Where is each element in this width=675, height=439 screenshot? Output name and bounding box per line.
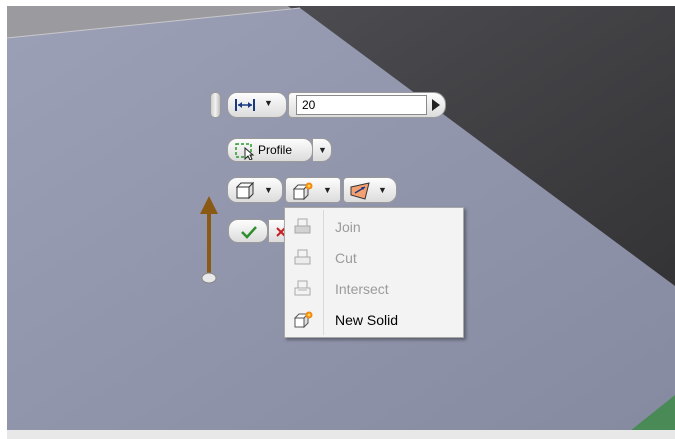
direction-dropdown[interactable]: ▼: [343, 177, 397, 203]
ok-button[interactable]: [228, 219, 268, 243]
chevron-down-icon: ▼: [323, 185, 332, 195]
new-solid-icon: [292, 182, 313, 201]
menu-item-label: Cut: [335, 250, 357, 266]
menu-item-label: Join: [335, 219, 361, 235]
menu-item-intersect[interactable]: Intersect: [287, 273, 461, 303]
menu-item-label: Intersect: [335, 281, 389, 297]
cut-icon: [294, 249, 311, 265]
chevron-down-icon: ▼: [264, 98, 273, 108]
chevron-down-icon: ▼: [264, 185, 273, 195]
profile-label: Profile: [258, 143, 293, 157]
chevron-down-icon: ▼: [318, 145, 327, 155]
menu-item-new-solid[interactable]: New Solid: [287, 304, 461, 334]
menu-item-label: New Solid: [335, 312, 399, 328]
operation-dropdown[interactable]: ▼: [285, 177, 341, 203]
join-icon: [294, 218, 311, 234]
minitoolbar-grip[interactable]: [210, 92, 221, 118]
menu-item-join[interactable]: Join: [287, 211, 461, 241]
solid-icon: [235, 181, 255, 200]
play-arrow-icon[interactable]: [430, 97, 442, 113]
extrude-direction-arrow[interactable]: [196, 194, 224, 286]
chevron-down-icon: ▼: [378, 185, 387, 195]
distance-input[interactable]: 20: [296, 95, 427, 115]
checkmark-icon: [241, 226, 257, 239]
profile-button[interactable]: Profile: [227, 138, 313, 162]
intersect-icon: [294, 280, 311, 296]
distance-mode-dropdown[interactable]: ▼: [227, 92, 287, 118]
output-dropdown[interactable]: ▼: [227, 177, 283, 203]
menu-item-cut[interactable]: Cut: [287, 242, 461, 272]
profile-dropdown[interactable]: ▼: [312, 138, 332, 162]
distance-icon: [235, 99, 255, 111]
profile-icon: [235, 143, 255, 160]
operation-menu: Join Cut Intersect New Solid: [284, 207, 464, 338]
new-solid-icon: [293, 311, 313, 329]
direction-icon: [350, 182, 370, 200]
